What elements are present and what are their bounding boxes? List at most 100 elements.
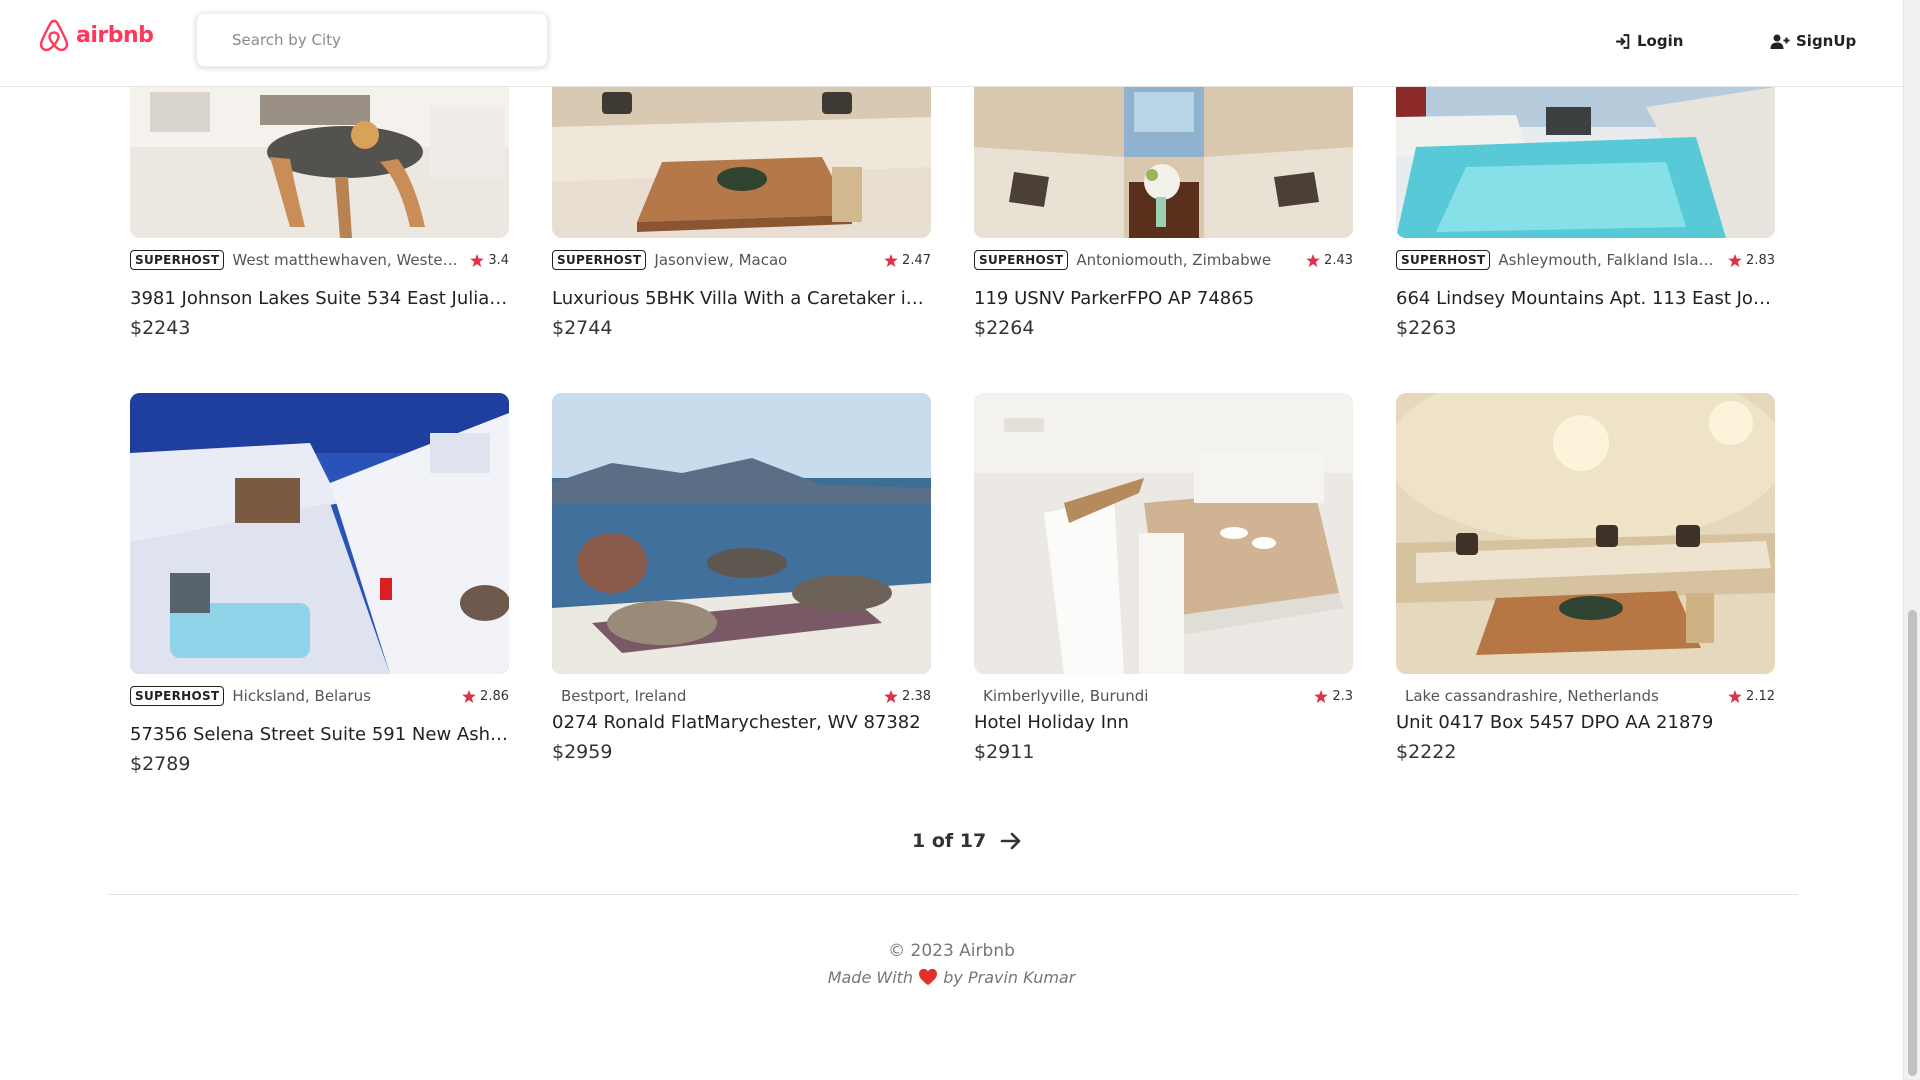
- listing-card[interactable]: SUPERHOST Ashleymouth, Falkland Islands …: [1396, 87, 1775, 339]
- superhost-badge: SUPERHOST: [1396, 250, 1491, 270]
- rating-value: 2.43: [1324, 252, 1353, 268]
- listing-photo[interactable]: [1396, 87, 1775, 238]
- listing-price: $2263: [1396, 317, 1457, 339]
- top-navbar: airbnb Login SignUp: [0, 0, 1903, 87]
- rating-value: 2.83: [1746, 252, 1775, 268]
- listing-card[interactable]: Kimberlyville, Burundi 2.3 Hotel Holiday…: [974, 393, 1353, 763]
- listing-rating: 2.83: [1728, 253, 1775, 268]
- made-prefix: Made With: [827, 968, 914, 987]
- sign-in-icon: [1616, 33, 1630, 49]
- listing-photo[interactable]: [552, 87, 931, 238]
- superhost-badge: SUPERHOST: [130, 250, 225, 270]
- listing-photo[interactable]: [974, 87, 1353, 238]
- listing-location: Hicksland, Belarus: [232, 687, 371, 705]
- superhost-badge: SUPERHOST: [552, 250, 647, 270]
- listing-card[interactable]: SUPERHOST Antoniomouth, Zimbabwe 2.43 11…: [974, 87, 1353, 339]
- pagination: 1 of 17: [912, 830, 1022, 852]
- star-icon: [1306, 253, 1320, 267]
- listing-card[interactable]: Lake cassandrashire, Netherlands 2.12 Un…: [1396, 393, 1775, 763]
- star-icon: [1728, 689, 1742, 703]
- listing-rating: 2.3: [1314, 689, 1353, 704]
- listing-price: $2744: [552, 317, 613, 339]
- listing-location: Jasonview, Macao: [654, 251, 788, 269]
- airbnb-logo[interactable]: airbnb: [38, 18, 154, 52]
- superhost-badge: SUPERHOST: [130, 686, 225, 706]
- superhost-badge: SUPERHOST: [974, 250, 1069, 270]
- listing-title[interactable]: 57356 Selena Street Suite 591 New Ashley: [130, 724, 509, 745]
- listing-price: $2243: [130, 317, 191, 339]
- listing-title[interactable]: Unit 0417 Box 5457 DPO AA 21879: [1396, 712, 1775, 733]
- listing-rating: 2.43: [1306, 253, 1353, 268]
- listing-photo[interactable]: [130, 87, 509, 238]
- rating-value: 2.3: [1332, 688, 1353, 704]
- listing-card[interactable]: SUPERHOST West matthewhaven, Western Sah…: [130, 87, 509, 339]
- signup-label: SignUp: [1796, 32, 1857, 50]
- copyright-text: © 2023 Airbnb: [888, 941, 1015, 961]
- search-box: [196, 13, 548, 67]
- listing-photo[interactable]: [1396, 393, 1775, 674]
- listing-meta: Kimberlyville, Burundi 2.3: [974, 684, 1353, 708]
- listing-meta: SUPERHOST Antoniomouth, Zimbabwe 2.43: [974, 248, 1353, 272]
- rating-value: 2.38: [902, 688, 931, 704]
- listing-meta: SUPERHOST Jasonview, Macao 2.47: [552, 248, 931, 272]
- listing-location: Bestport, Ireland: [561, 687, 687, 705]
- listing-photo[interactable]: [552, 393, 931, 674]
- signup-button[interactable]: SignUp: [1770, 32, 1856, 50]
- listing-price: $2264: [974, 317, 1035, 339]
- listing-title[interactable]: 0274 Ronald FlatMarychester, WV 87382: [552, 712, 931, 733]
- listing-card[interactable]: SUPERHOST Jasonview, Macao 2.47 Luxuriou…: [552, 87, 931, 339]
- listing-photo[interactable]: [974, 393, 1353, 674]
- listing-rating: 2.86: [462, 689, 509, 704]
- listing-rating: 2.47: [884, 253, 931, 268]
- listing-title[interactable]: Hotel Holiday Inn: [974, 712, 1353, 733]
- listing-title[interactable]: 664 Lindsey Mountains Apt. 113 East Josh…: [1396, 288, 1775, 309]
- login-label: Login: [1637, 32, 1684, 50]
- listing-title[interactable]: 3981 Johnson Lakes Suite 534 East Juliat…: [130, 288, 509, 309]
- footer-divider: [108, 894, 1798, 895]
- made-suffix: by Pravin Kumar: [943, 968, 1076, 987]
- listing-price: $2789: [130, 753, 191, 775]
- listing-card[interactable]: SUPERHOST Hicksland, Belarus 2.86 57356 …: [130, 393, 509, 775]
- page-indicator: 1 of 17: [912, 830, 987, 852]
- listing-meta: SUPERHOST Ashleymouth, Falkland Islands …: [1396, 248, 1775, 272]
- listing-location: Ashleymouth, Falkland Islands: [1498, 251, 1726, 269]
- user-plus-icon: [1770, 34, 1790, 49]
- star-icon: [884, 253, 898, 267]
- logo-text: airbnb: [76, 22, 154, 48]
- listing-price: $2959: [552, 741, 613, 763]
- star-icon: [462, 689, 476, 703]
- listing-price: $2222: [1396, 741, 1457, 763]
- star-icon: [1728, 253, 1742, 267]
- listing-meta: Bestport, Ireland 2.38: [552, 684, 931, 708]
- listing-photo[interactable]: [130, 393, 509, 674]
- listing-price: $2911: [974, 741, 1035, 763]
- listing-meta: Lake cassandrashire, Netherlands 2.12: [1396, 684, 1775, 708]
- rating-value: 2.86: [480, 688, 509, 704]
- listing-location: West matthewhaven, Western Sahara: [232, 251, 470, 269]
- listing-meta: SUPERHOST West matthewhaven, Western Sah…: [130, 248, 509, 272]
- star-icon: [1314, 689, 1329, 703]
- made-with-text: Made With by Pravin Kumar: [0, 968, 1903, 987]
- listing-location: Antoniomouth, Zimbabwe: [1076, 251, 1272, 269]
- rating-value: 2.12: [1746, 688, 1775, 704]
- search-input[interactable]: [197, 14, 547, 66]
- page-scrollbar[interactable]: [1903, 0, 1920, 1080]
- listing-location: Lake cassandrashire, Netherlands: [1405, 687, 1659, 705]
- rating-value: 2.47: [902, 252, 931, 268]
- login-button[interactable]: Login: [1614, 32, 1683, 50]
- listing-title[interactable]: 119 USNV ParkerFPO AP 74865: [974, 288, 1353, 309]
- star-icon: [884, 689, 898, 703]
- listing-rating: 2.38: [884, 689, 931, 704]
- listing-location: Kimberlyville, Burundi: [983, 687, 1149, 705]
- rating-value: 3.4: [488, 252, 509, 268]
- listing-rating: 3.4: [470, 253, 509, 268]
- airbnb-logo-icon: [39, 19, 69, 52]
- listing-title[interactable]: Luxurious 5BHK Villa With a Caretaker in…: [552, 288, 931, 309]
- listing-card[interactable]: Bestport, Ireland 2.38 0274 Ronald FlatM…: [552, 393, 931, 763]
- listing-rating: 2.12: [1728, 689, 1775, 704]
- scrollbar-thumb[interactable]: [1908, 610, 1917, 1076]
- arrow-right-icon[interactable]: [1000, 831, 1022, 851]
- listing-meta: SUPERHOST Hicksland, Belarus 2.86: [130, 684, 509, 708]
- heart-icon: [919, 968, 938, 986]
- star-icon: [470, 253, 485, 267]
